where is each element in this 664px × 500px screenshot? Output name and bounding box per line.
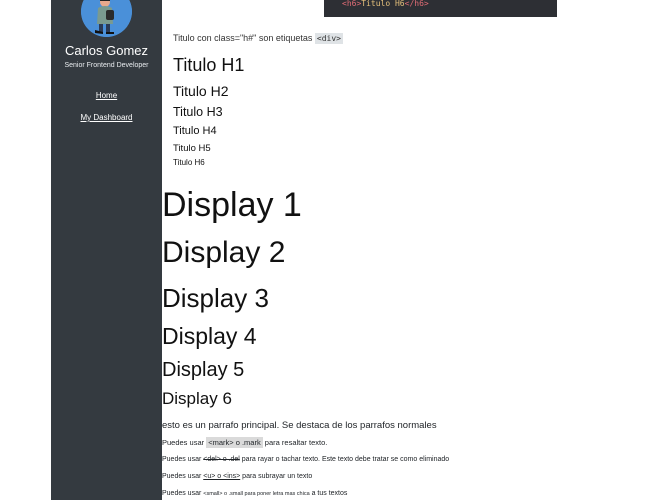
heading-h2: Titulo H2: [173, 83, 229, 99]
del-prefix: Puedes usar: [162, 456, 204, 463]
sidebar: Carlos Gomez Senior Frontend Developer H…: [51, 0, 162, 500]
display-5: Display 5: [162, 359, 245, 381]
nav-link-home[interactable]: Home: [51, 91, 162, 100]
profile-role: Senior Frontend Developer: [64, 62, 149, 69]
heading-h4: Titulo H4: [173, 125, 217, 137]
code-snippet: <h6>Titulo H6</h6>: [324, 0, 557, 17]
person-illustration-icon: [81, 0, 132, 37]
small-prefix: Puedes usar: [162, 490, 204, 497]
intro-label: Titulo con class="h#" son etiquetas: [173, 33, 313, 43]
display-4: Display 4: [162, 323, 257, 349]
code-open-tag: <h6>: [342, 0, 362, 8]
intro-text: Titulo con class="h#" son etiquetas <div…: [173, 33, 343, 44]
mark-prefix: Puedes usar: [162, 438, 207, 447]
heading-h1: Titulo H1: [173, 55, 245, 75]
u-underlined: <u> o <ins>: [203, 473, 241, 480]
display-6: Display 6: [162, 389, 232, 408]
paragraph-lead: esto es un parrafo principal. Se destaca…: [162, 420, 437, 431]
paragraph-small: Puedes usar <small> o .small para poner …: [162, 490, 347, 497]
nav-link-dashboard[interactable]: My Dashboard: [51, 113, 162, 122]
heading-h3: Titulo H3: [173, 105, 223, 119]
code-close-tag: </h6>: [404, 0, 429, 8]
profile-name: Carlos Gomez: [64, 43, 149, 58]
paragraph-mark: Puedes usar <mark> o .mark para resaltar…: [162, 437, 328, 448]
del-suffix: para rayar o tachar texto. Este texto de…: [239, 456, 450, 463]
display-1: Display 1: [162, 186, 302, 224]
paragraph-del: Puedes usar <del> o .del para rayar o ta…: [162, 456, 449, 463]
avatar: [81, 0, 132, 37]
del-strikethrough: <del> o .del: [203, 456, 240, 463]
page: Carlos Gomez Senior Frontend Developer H…: [0, 0, 664, 500]
paragraph-underline: Puedes usar <u> o <ins> para subrayar un…: [162, 473, 312, 480]
mark-highlight: <mark> o .mark: [206, 437, 263, 448]
code-text: Titulo H6: [361, 0, 405, 8]
display-2: Display 2: [162, 236, 286, 269]
small-text: <small> o .small para poner letra mas ch…: [203, 491, 310, 497]
intro-code: <div>: [314, 33, 343, 44]
u-prefix: Puedes usar: [162, 473, 204, 480]
heading-h5: Titulo H5: [173, 143, 211, 154]
small-suffix: a tus textos: [309, 490, 348, 497]
mark-suffix: para resaltar texto.: [262, 438, 328, 447]
display-3: Display 3: [162, 283, 269, 313]
u-suffix: para subrayar un texto: [240, 473, 313, 480]
heading-h6: Titulo H6: [173, 158, 205, 167]
